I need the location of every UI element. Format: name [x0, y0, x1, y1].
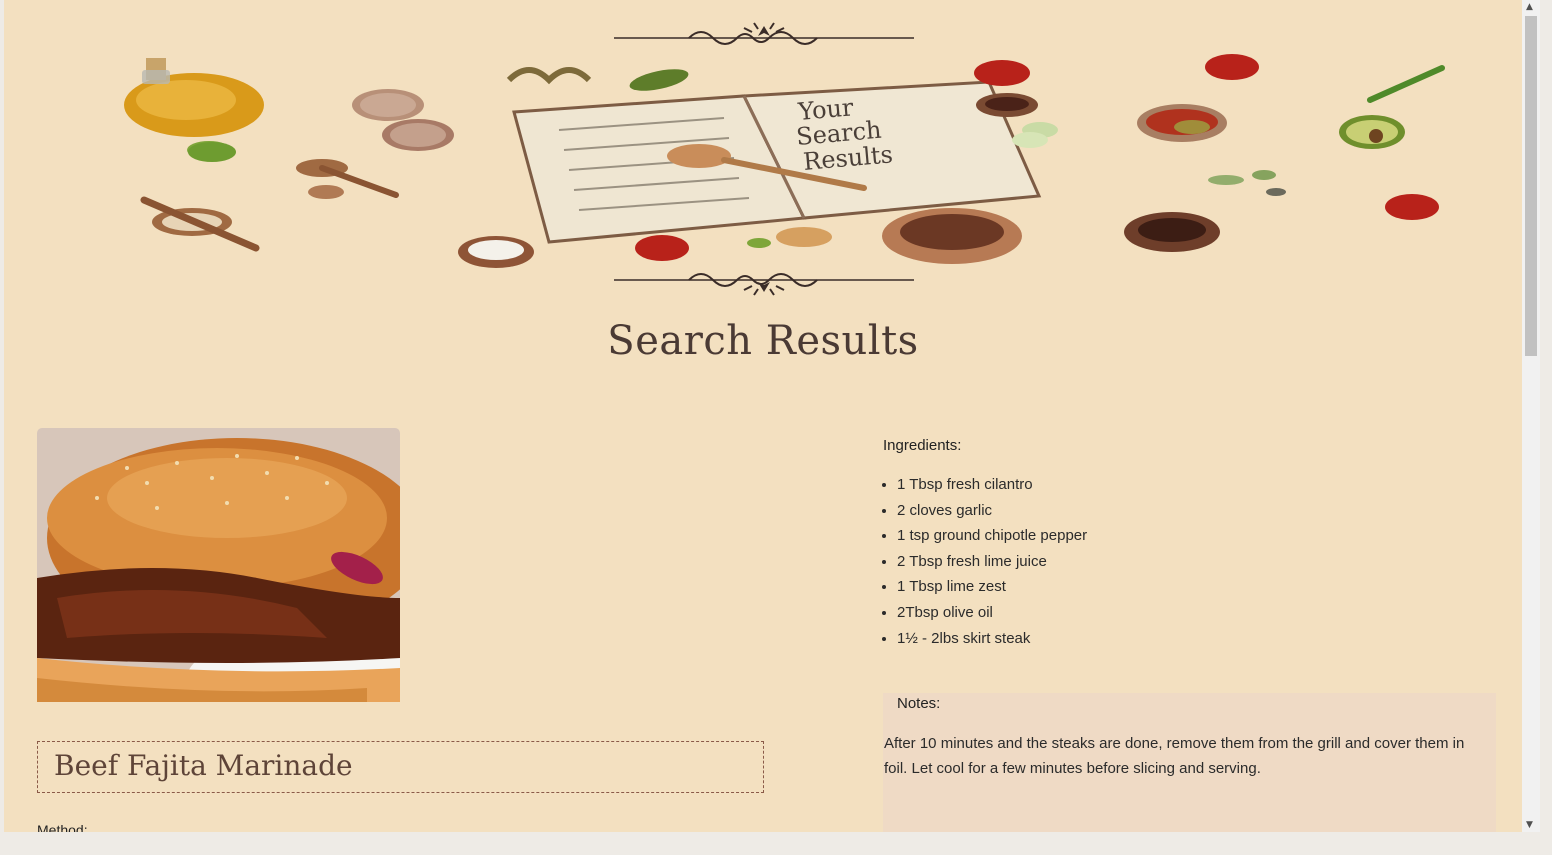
page-viewport: Your Search Results Search Results Beef … [4, 0, 1522, 832]
recipe-title: Beef Fajita Marinade [54, 749, 353, 782]
recipe-photo [37, 428, 400, 702]
avocado-icon [1339, 115, 1405, 149]
ingredient-item: 1 Tbsp fresh cilantro [897, 472, 1087, 498]
notes-text: After 10 minutes and the steaks are done… [884, 735, 1465, 777]
notes-panel: Notes: After 10 minutes and the steaks a… [883, 693, 1496, 832]
ingredient-item: 1½ - 2lbs skirt steak [897, 626, 1087, 652]
salt-bowl-icon [458, 236, 534, 268]
ornament-bottom-divider [614, 273, 914, 296]
spoon-icon [140, 159, 399, 252]
onion-slices-icon [352, 89, 454, 151]
ingredient-item: 2 Tbsp fresh lime juice [897, 549, 1087, 575]
page-title: Search Results [607, 318, 919, 364]
ingredient-list: 1 Tbsp fresh cilantro 2 cloves garlic 1 … [883, 472, 1087, 651]
vertical-scrollbar[interactable]: ▲ ▼ [1522, 0, 1540, 832]
scroll-up-arrow-icon[interactable]: ▲ [1526, 2, 1533, 12]
ingredient-item: 2 cloves garlic [897, 498, 1087, 524]
ornament-top-divider [614, 22, 914, 45]
ingredients-heading: Ingredients: [883, 437, 962, 454]
recipe-title-box: Beef Fajita Marinade [37, 741, 764, 793]
sandwich-image [37, 428, 400, 702]
scroll-down-arrow-icon[interactable]: ▼ [1526, 820, 1533, 830]
oil-bottle-icon [124, 58, 264, 159]
method-label: Method: [37, 822, 88, 832]
scrollbar-thumb[interactable] [1525, 16, 1537, 356]
ingredient-item: 1 tsp ground chipotle pepper [897, 523, 1087, 549]
notes-heading: Notes: [897, 695, 941, 712]
header-banner: Your Search Results [4, 0, 1522, 300]
peppercorn-bowl-icon [882, 208, 1022, 264]
spice-bowl-icon [1137, 104, 1227, 142]
ingredient-item: 1 Tbsp lime zest [897, 574, 1087, 600]
ingredient-item: 2Tbsp olive oil [897, 600, 1087, 626]
